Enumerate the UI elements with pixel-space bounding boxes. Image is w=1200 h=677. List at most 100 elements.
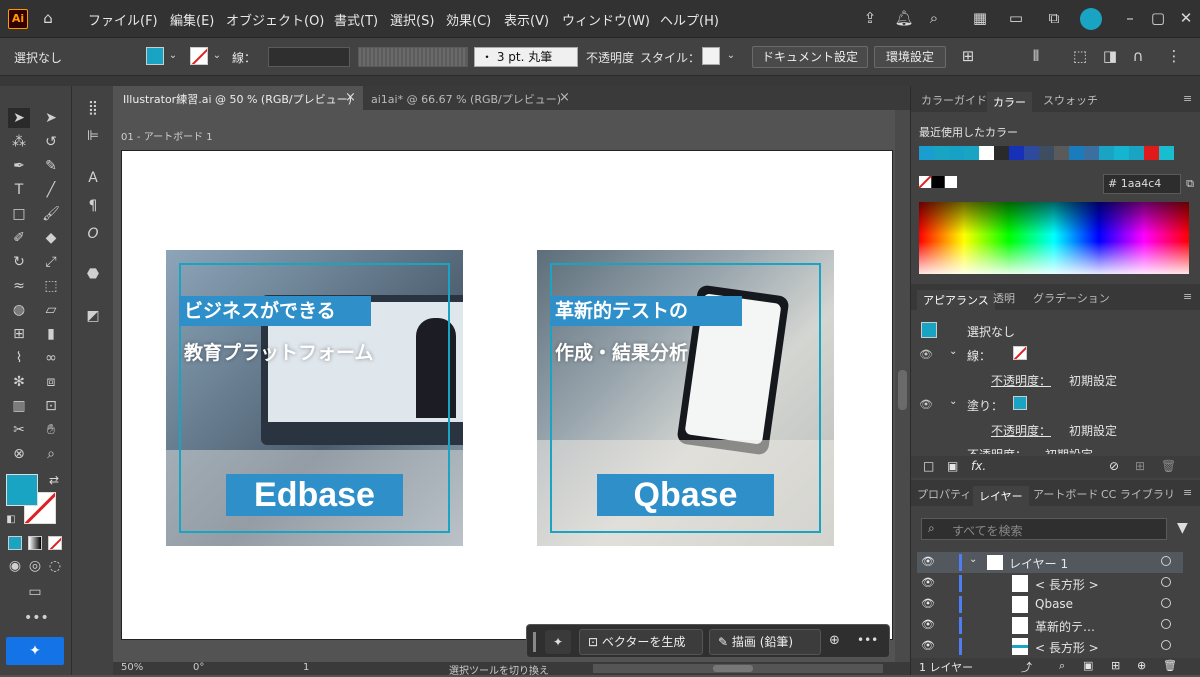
- tab-appearance[interactable]: アピアランス: [917, 290, 995, 310]
- selection-tool-icon[interactable]: ➤: [8, 108, 30, 128]
- paragraph-panel-icon[interactable]: ¶: [82, 196, 104, 216]
- menu-window[interactable]: ウィンドウ(W): [562, 10, 650, 29]
- app-logo[interactable]: Ai: [8, 9, 28, 29]
- object-opacity-label[interactable]: 不透明度：: [967, 446, 1027, 454]
- fill-swatch[interactable]: [1013, 396, 1027, 410]
- white-swatch[interactable]: [945, 176, 957, 188]
- graph-tool-icon[interactable]: ▥: [8, 396, 30, 416]
- style-swatch[interactable]: [702, 47, 720, 65]
- locate-icon[interactable]: ⌕: [1059, 659, 1065, 673]
- type-tool-icon[interactable]: T: [8, 180, 30, 200]
- symbol-tool-icon[interactable]: ⧈: [40, 372, 62, 392]
- new-fill-icon[interactable]: ▣: [947, 459, 958, 473]
- new-sublayer-icon[interactable]: ⊞: [1111, 659, 1120, 672]
- recent-color-swatch[interactable]: [1069, 146, 1084, 160]
- clear-appearance-icon[interactable]: ⊘: [1109, 459, 1119, 473]
- blend-tool-icon[interactable]: ∞: [40, 348, 62, 368]
- shaper-tool-icon[interactable]: ✐: [8, 228, 30, 248]
- layer-row[interactable]: 👁︎ < 長方形 >: [917, 573, 1183, 594]
- free-transform-tool-icon[interactable]: ⬚: [40, 276, 62, 296]
- rotate-tool-icon[interactable]: ↻: [8, 252, 30, 272]
- align-panel-icon[interactable]: ⊫: [82, 126, 104, 146]
- menu-object[interactable]: オブジェクト(O): [226, 10, 324, 29]
- color-spectrum[interactable]: [919, 202, 1189, 274]
- tab-cc-libraries[interactable]: CC ライブラリ: [1101, 486, 1175, 502]
- page-field[interactable]: 1: [303, 662, 309, 673]
- warp-tool-icon[interactable]: ≈: [8, 276, 30, 296]
- draw-normal-icon[interactable]: ◉: [4, 556, 26, 576]
- opentype-panel-icon[interactable]: O: [82, 224, 104, 244]
- new-stroke-icon[interactable]: □: [923, 459, 934, 473]
- arrange-docs-icon[interactable]: ⊞: [958, 46, 978, 66]
- more-tools-icon[interactable]: •••: [24, 608, 49, 628]
- target-icon[interactable]: [1161, 598, 1171, 608]
- none-mode-button[interactable]: [48, 536, 62, 550]
- tab-swatches[interactable]: スウォッチ: [1043, 92, 1098, 108]
- eye-icon[interactable]: 👁︎: [921, 618, 935, 631]
- stroke-swatch[interactable]: [190, 47, 208, 65]
- tab-artboards[interactable]: アートボード: [1033, 486, 1098, 502]
- eyedropper-tool-icon[interactable]: ⌇: [8, 348, 30, 368]
- brush-tool-icon[interactable]: 🖌︎: [40, 204, 62, 224]
- target-icon[interactable]: [1161, 640, 1171, 650]
- search-icon[interactable]: ⌕: [924, 8, 944, 28]
- close-icon[interactable]: ✕: [1176, 8, 1196, 28]
- gradient-mode-button[interactable]: [28, 536, 42, 550]
- symbols-panel-icon[interactable]: ⬣: [82, 264, 104, 284]
- cloud-icon[interactable]: [1080, 8, 1102, 30]
- magic-wand-tool-icon[interactable]: ⁂: [8, 132, 30, 152]
- snap-icon[interactable]: ∩: [1128, 46, 1148, 66]
- draw-pencil-button[interactable]: ✎ 描画 (鉛筆): [709, 629, 821, 655]
- tab-color[interactable]: カラー: [987, 92, 1032, 112]
- black-swatch[interactable]: [932, 176, 944, 188]
- eye-icon[interactable]: 👁︎: [921, 597, 935, 610]
- clip-icon[interactable]: ▣: [1083, 659, 1093, 672]
- paint-bucket-tool-icon[interactable]: ⊗: [8, 444, 30, 464]
- layer-search-input[interactable]: ⌕ すべてを検索: [921, 518, 1167, 540]
- zoom-tool-icon[interactable]: ⌕: [40, 444, 62, 464]
- recent-color-swatch[interactable]: [964, 146, 979, 160]
- recent-color-swatch[interactable]: [934, 146, 949, 160]
- chevron-down-icon[interactable]: ⌄: [166, 46, 180, 66]
- scroll-thumb[interactable]: [898, 370, 907, 410]
- card-edbase[interactable]: ビジネスができる 教育プラットフォーム Edbase: [166, 250, 463, 546]
- recent-color-swatch[interactable]: [979, 146, 994, 160]
- rotate-field[interactable]: 0°: [193, 662, 204, 673]
- drag-handle[interactable]: [533, 632, 536, 652]
- export-icon[interactable]: ⤴: [1021, 659, 1032, 675]
- fill-chevron-icon[interactable]: ⌄: [949, 396, 957, 407]
- pathfinder-panel-icon[interactable]: ◩: [82, 306, 104, 326]
- screen-mode-icon[interactable]: ▭: [24, 582, 46, 602]
- card-qbase[interactable]: 革新的テストの 作成・結果分析 Qbase: [537, 250, 834, 546]
- fx-icon[interactable]: fx.: [971, 459, 986, 473]
- eye-icon[interactable]: 👁︎: [921, 555, 935, 568]
- eye-icon[interactable]: 👁︎: [919, 348, 933, 361]
- swap-colors-icon[interactable]: ⇄: [46, 470, 62, 490]
- shape-builder-icon[interactable]: ◨: [1100, 46, 1120, 66]
- tab-properties[interactable]: プロパティ: [917, 486, 971, 502]
- line-tool-icon[interactable]: ╱: [40, 180, 62, 200]
- panel-menu-icon[interactable]: ≡: [1183, 290, 1192, 303]
- recent-color-swatch[interactable]: [1099, 146, 1114, 160]
- mesh-tool-icon[interactable]: ⊞: [8, 324, 30, 344]
- menu-view[interactable]: 表示(V): [504, 10, 549, 29]
- arrange-icon[interactable]: ⧉: [1044, 8, 1064, 28]
- variable-width-profile[interactable]: [358, 47, 468, 67]
- minimize-icon[interactable]: –: [1120, 8, 1140, 28]
- slice-tool-icon[interactable]: ✂: [8, 420, 30, 440]
- horizontal-scrollbar[interactable]: [593, 664, 883, 673]
- recent-color-swatch[interactable]: [1129, 146, 1144, 160]
- fill-swatch[interactable]: [146, 47, 164, 65]
- more-options-icon[interactable]: •••: [857, 633, 878, 647]
- panel-menu-icon[interactable]: ≡: [1183, 92, 1192, 105]
- generative-button[interactable]: ✦: [6, 637, 64, 665]
- chevron-down-icon[interactable]: ⌄: [724, 46, 738, 66]
- brush-dropdown[interactable]: ・ 3 pt. 丸筆: [474, 47, 578, 67]
- menu-edit[interactable]: 編集(E): [170, 10, 214, 29]
- recent-color-swatch[interactable]: [949, 146, 964, 160]
- shape-builder-tool-icon[interactable]: ◍: [8, 300, 30, 320]
- recent-color-swatch[interactable]: [994, 146, 1009, 160]
- menu-effect[interactable]: 効果(C): [446, 10, 491, 29]
- trash-icon[interactable]: 🗑︎: [1161, 459, 1176, 473]
- none-swatch[interactable]: [919, 176, 931, 188]
